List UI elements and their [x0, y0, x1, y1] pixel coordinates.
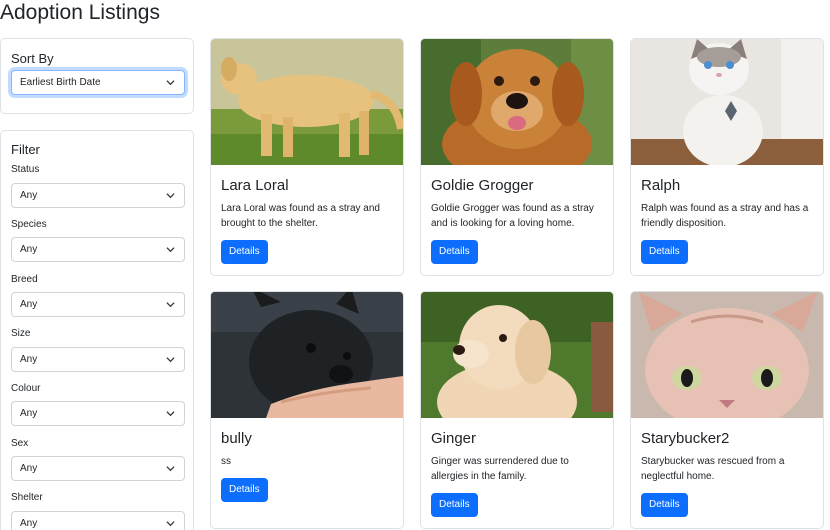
listing-card: Starybucker2 Starybucker was rescued fro… [630, 291, 824, 529]
colour-select[interactable]: Any [11, 401, 185, 426]
chevron-down-icon [166, 191, 175, 200]
filter-title: Filter [11, 142, 40, 157]
pet-name: Starybucker2 [641, 430, 730, 447]
chevron-down-icon [166, 409, 175, 418]
shelter-select[interactable]: Any [11, 511, 185, 530]
pet-photo [211, 292, 403, 418]
details-button[interactable]: Details [641, 240, 688, 264]
filter-panel: Filter Status Any Species Any Breed Any … [0, 130, 194, 530]
pet-description: Ralph was found as a stray and has a fri… [641, 203, 809, 229]
details-button[interactable]: Details [431, 240, 478, 264]
pet-photo [211, 39, 403, 165]
chevron-down-icon [166, 300, 175, 309]
listing-card: Ginger Ginger was surrendered due to all… [420, 291, 614, 529]
status-select[interactable]: Any [11, 183, 185, 208]
details-button[interactable]: Details [221, 240, 268, 264]
pet-description: Goldie Grogger was found as a stray and … [431, 203, 594, 229]
details-button[interactable]: Details [641, 493, 688, 517]
pet-name: Ginger [431, 430, 477, 447]
pet-photo [421, 39, 613, 165]
sex-select[interactable]: Any [11, 456, 185, 481]
size-select-value: Any [20, 354, 38, 365]
pet-name: Ralph [641, 177, 681, 194]
chevron-down-icon [166, 245, 175, 254]
chevron-down-icon [166, 464, 175, 473]
chevron-down-icon [166, 519, 175, 528]
page-title: Adoption Listings [0, 1, 160, 24]
species-select-value: Any [20, 244, 38, 255]
pet-photo [631, 292, 823, 418]
sort-title: Sort By [11, 51, 54, 66]
pet-description: Lara Loral was found as a stray and brou… [221, 203, 380, 229]
sort-select-value: Earliest Birth Date [20, 77, 101, 88]
breed-select[interactable]: Any [11, 292, 185, 317]
pet-photo [631, 39, 823, 165]
colour-select-value: Any [20, 408, 38, 419]
size-label: Size [11, 328, 31, 339]
listing-card: bully ss Details [210, 291, 404, 529]
breed-label: Breed [11, 274, 38, 285]
status-select-value: Any [20, 190, 38, 201]
colour-label: Colour [11, 383, 41, 394]
pet-name: Goldie Grogger [431, 177, 534, 194]
chevron-down-icon [166, 355, 175, 364]
species-label: Species [11, 219, 47, 230]
chevron-down-icon [166, 78, 175, 87]
status-label: Status [11, 164, 40, 175]
listing-card: Ralph Ralph was found as a stray and has… [630, 38, 824, 276]
sort-panel: Sort By Earliest Birth Date [0, 38, 194, 114]
breed-select-value: Any [20, 299, 38, 310]
listing-card: Lara Loral Lara Loral was found as a str… [210, 38, 404, 276]
listing-card: Goldie Grogger Goldie Grogger was found … [420, 38, 614, 276]
shelter-select-value: Any [20, 518, 38, 529]
species-select[interactable]: Any [11, 237, 185, 262]
sex-select-value: Any [20, 463, 38, 474]
pet-description: Starybucker was rescued from a neglectfu… [641, 456, 785, 482]
pet-name: bully [221, 430, 252, 447]
sex-label: Sex [11, 438, 29, 449]
pet-photo [421, 292, 613, 418]
details-button[interactable]: Details [221, 478, 268, 502]
shelter-label: Shelter [11, 492, 43, 503]
sort-select[interactable]: Earliest Birth Date [11, 70, 185, 95]
pet-description: ss [221, 456, 231, 467]
pet-name: Lara Loral [221, 177, 289, 194]
details-button[interactable]: Details [431, 493, 478, 517]
pet-description: Ginger was surrendered due to allergies … [431, 456, 569, 482]
size-select[interactable]: Any [11, 347, 185, 372]
